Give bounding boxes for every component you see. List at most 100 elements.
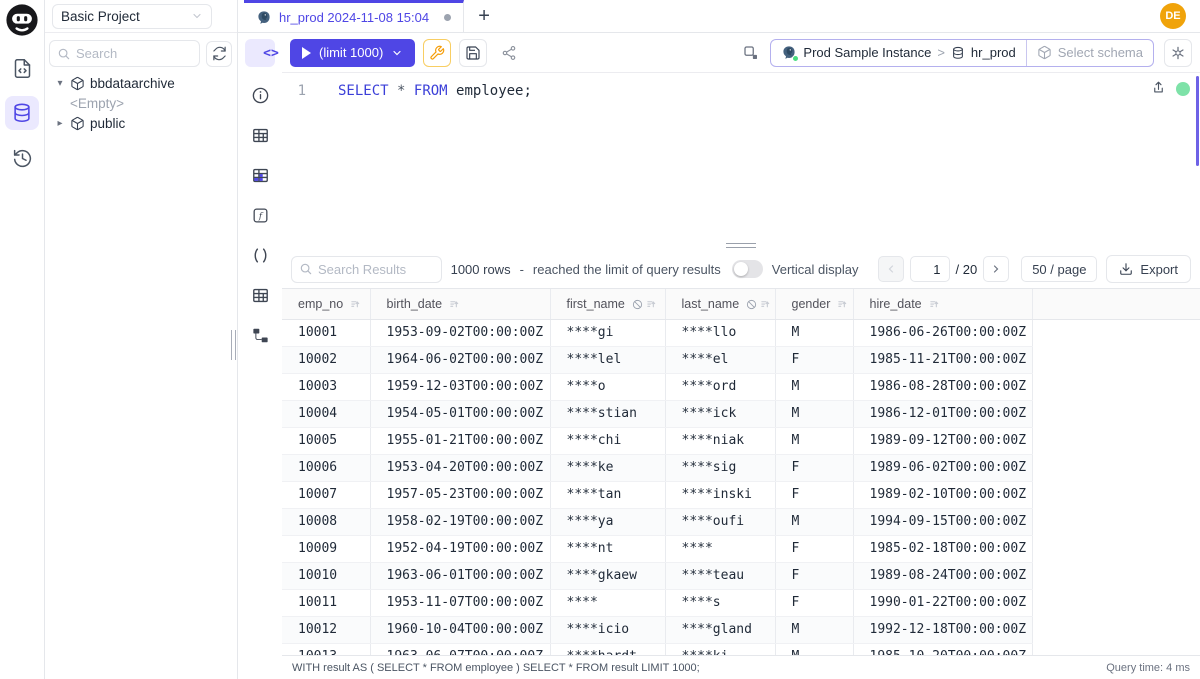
sort-icon[interactable] xyxy=(929,299,940,310)
column-header-last_name[interactable]: last_name xyxy=(665,289,775,319)
table-cell[interactable]: ****teau xyxy=(665,562,775,589)
table-cell[interactable]: 1958-02-19T00:00:00Z xyxy=(370,508,550,535)
table-cell[interactable]: 1986-12-01T00:00:00Z xyxy=(853,400,1032,427)
table-cell[interactable]: 1989-06-02T00:00:00Z xyxy=(853,454,1032,481)
page-size-selector[interactable]: 50 / page xyxy=(1021,256,1097,282)
table-cell[interactable]: ****icio xyxy=(550,616,665,643)
table-cell[interactable]: 10002 xyxy=(282,346,370,373)
table-cell[interactable]: 1955-01-21T00:00:00Z xyxy=(370,427,550,454)
panel-resize-handle[interactable] xyxy=(231,330,236,360)
table-cell[interactable]: M xyxy=(775,616,853,643)
column-header-hire_date[interactable]: hire_date xyxy=(853,289,1032,319)
table-cell[interactable]: ****gkaew xyxy=(550,562,665,589)
function-icon[interactable]: f xyxy=(245,201,275,229)
table-row[interactable]: 100111953-11-07T00:00:00Z********sF1990-… xyxy=(282,589,1200,616)
table-cell[interactable]: 10009 xyxy=(282,535,370,562)
table-cell[interactable]: 1953-04-20T00:00:00Z xyxy=(370,454,550,481)
upload-icon[interactable] xyxy=(1151,80,1166,95)
code-view-icon[interactable]: <> xyxy=(245,39,275,67)
page-number-input[interactable] xyxy=(910,256,950,282)
tree-item-bbdataarchive[interactable]: ▾ bbdataarchive xyxy=(45,73,237,93)
project-selector[interactable]: Basic Project xyxy=(52,4,212,29)
ai-assistant-icon[interactable] xyxy=(1164,39,1192,67)
table-cell[interactable]: 10013 xyxy=(282,643,370,655)
table-cell[interactable]: ****inski xyxy=(665,481,775,508)
table-cell[interactable]: ****chi xyxy=(550,427,665,454)
table-cell[interactable]: 1957-05-23T00:00:00Z xyxy=(370,481,550,508)
result-table-container[interactable]: emp_nobirth_datefirst_namelast_namegende… xyxy=(282,288,1200,655)
table-cell[interactable]: **** xyxy=(665,535,775,562)
chevron-collapsed-icon[interactable]: ▸ xyxy=(55,118,65,129)
column-header-first_name[interactable]: first_name xyxy=(550,289,665,319)
sort-icon[interactable] xyxy=(837,299,848,310)
table-cell[interactable]: 1992-12-18T00:00:00Z xyxy=(853,616,1032,643)
share-icon[interactable] xyxy=(495,39,523,67)
table-cell[interactable]: ****lel xyxy=(550,346,665,373)
table-cell[interactable]: 1985-10-20T00:00:00Z xyxy=(853,643,1032,655)
table-cell[interactable]: 1989-08-24T00:00:00Z xyxy=(853,562,1032,589)
table-cell[interactable]: 1985-02-18T00:00:00Z xyxy=(853,535,1032,562)
table-cell[interactable]: ****o xyxy=(550,373,665,400)
table-cell[interactable]: ****ord xyxy=(665,373,775,400)
table-cell[interactable]: 1985-11-21T00:00:00Z xyxy=(853,346,1032,373)
sort-icon[interactable] xyxy=(449,299,460,310)
table-cell[interactable]: ****gland xyxy=(665,616,775,643)
table-cell[interactable]: M xyxy=(775,427,853,454)
table-cell[interactable]: ****gi xyxy=(550,319,665,346)
editor-scrollbar[interactable] xyxy=(1196,76,1199,166)
table-row[interactable]: 100081958-02-19T00:00:00Z****ya****oufiM… xyxy=(282,508,1200,535)
table-cell[interactable]: F xyxy=(775,535,853,562)
table-grid2-icon[interactable] xyxy=(245,281,275,309)
table-cell[interactable]: 1986-06-26T00:00:00Z xyxy=(853,319,1032,346)
schema-selector[interactable]: Select schema xyxy=(1027,40,1153,66)
sort-icon[interactable] xyxy=(350,299,361,310)
table-cell[interactable]: 10010 xyxy=(282,562,370,589)
table-cell[interactable]: ****ick xyxy=(665,400,775,427)
table-row[interactable]: 100021964-06-02T00:00:00Z****lel****elF1… xyxy=(282,346,1200,373)
save-icon[interactable] xyxy=(459,39,487,67)
column-header-birth_date[interactable]: birth_date xyxy=(370,289,550,319)
export-button[interactable]: Export xyxy=(1106,255,1191,283)
table-cell[interactable]: ****tan xyxy=(550,481,665,508)
table-row[interactable]: 100051955-01-21T00:00:00Z****chi****niak… xyxy=(282,427,1200,454)
table-cell[interactable]: 1959-12-03T00:00:00Z xyxy=(370,373,550,400)
table-cell[interactable]: 1953-11-07T00:00:00Z xyxy=(370,589,550,616)
table-cell[interactable]: 10003 xyxy=(282,373,370,400)
table-cell[interactable]: ****oufi xyxy=(665,508,775,535)
table-grid-icon[interactable] xyxy=(245,121,275,149)
table-cell[interactable]: F xyxy=(775,481,853,508)
table-cell[interactable]: ****s xyxy=(665,589,775,616)
table-cell[interactable]: F xyxy=(775,346,853,373)
sort-icon[interactable] xyxy=(646,299,657,310)
table-cell[interactable]: 1952-04-19T00:00:00Z xyxy=(370,535,550,562)
table-row[interactable]: 100011953-09-02T00:00:00Z****gi****lloM1… xyxy=(282,319,1200,346)
format-icon[interactable] xyxy=(742,44,760,62)
table-cell[interactable]: 10006 xyxy=(282,454,370,481)
table-row[interactable]: 100091952-04-19T00:00:00Z****nt****F1985… xyxy=(282,535,1200,562)
table-cell[interactable]: 1954-05-01T00:00:00Z xyxy=(370,400,550,427)
table-cell[interactable]: ****llo xyxy=(665,319,775,346)
table-cell[interactable]: ****ya xyxy=(550,508,665,535)
table-cell[interactable]: 1960-10-04T00:00:00Z xyxy=(370,616,550,643)
table-cell[interactable]: ****hardt xyxy=(550,643,665,655)
table-cell[interactable]: 1963-06-07T00:00:00Z xyxy=(370,643,550,655)
table-cell[interactable]: 10004 xyxy=(282,400,370,427)
tree-item-public[interactable]: ▸ public xyxy=(45,113,237,133)
table-row[interactable]: 100031959-12-03T00:00:00Z****o****ordM19… xyxy=(282,373,1200,400)
table-cell[interactable]: 10011 xyxy=(282,589,370,616)
table-cell[interactable]: ****niak xyxy=(665,427,775,454)
results-search-input[interactable] xyxy=(318,262,434,277)
table-cell[interactable]: 1964-06-02T00:00:00Z xyxy=(370,346,550,373)
table-cell[interactable]: 1990-01-22T00:00:00Z xyxy=(853,589,1032,616)
table-cell[interactable]: M xyxy=(775,643,853,655)
table-cell[interactable]: ****ki xyxy=(665,643,775,655)
column-header-gender[interactable]: gender xyxy=(775,289,853,319)
instance-database-selector[interactable]: Prod Sample Instance > hr_prod xyxy=(771,40,1025,66)
table-cell[interactable]: ****ke xyxy=(550,454,665,481)
new-tab-button[interactable]: + xyxy=(464,0,504,32)
tab-hr-prod[interactable]: hr_prod 2024-11-08 15:04 xyxy=(244,0,464,32)
refresh-button[interactable] xyxy=(206,41,232,67)
table-cell[interactable]: F xyxy=(775,454,853,481)
table-cell[interactable]: M xyxy=(775,400,853,427)
sort-icon[interactable] xyxy=(760,299,771,310)
